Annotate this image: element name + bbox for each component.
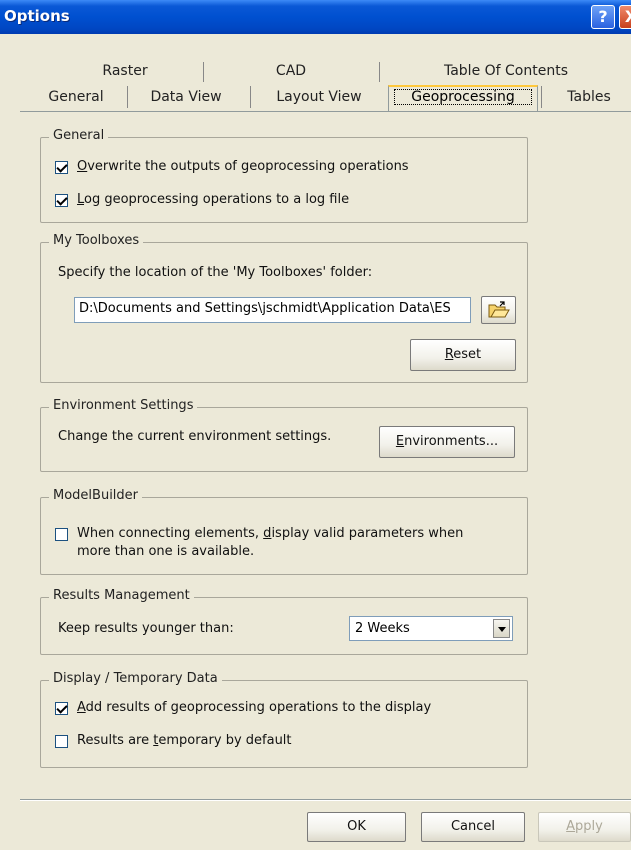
- temporary-checkbox[interactable]: [55, 735, 68, 748]
- browse-button[interactable]: [481, 296, 516, 324]
- toolboxes-path-field[interactable]: D:\Documents and Settings\jschmidt\Appli…: [74, 297, 471, 323]
- tab-raster[interactable]: Raster: [50, 63, 200, 79]
- results-dropdown-value: 2 Weeks: [355, 621, 410, 636]
- overwrite-checkbox[interactable]: [55, 161, 68, 174]
- display-group: [40, 680, 528, 768]
- help-button[interactable]: ?: [591, 5, 615, 29]
- general-group: [40, 137, 528, 223]
- tab-data-view[interactable]: Data View: [130, 89, 242, 105]
- environments-button[interactable]: Environments...: [379, 426, 515, 458]
- tab-geoprocessing[interactable]: Geoprocessing: [388, 85, 538, 111]
- chevron-down-icon[interactable]: [493, 619, 510, 638]
- add-results-label[interactable]: Add results of geoprocessing operations …: [77, 700, 431, 715]
- results-dropdown[interactable]: 2 Weeks: [349, 616, 513, 641]
- window-title: Options: [4, 7, 70, 25]
- apply-button[interactable]: Apply: [538, 812, 631, 842]
- results-legend: Results Management: [49, 588, 194, 603]
- close-button[interactable]: X: [619, 5, 631, 29]
- tab-general[interactable]: General: [30, 89, 122, 105]
- modelbuilder-label-line1[interactable]: When connecting elements, display valid …: [77, 526, 463, 541]
- tab-geoprocessing-label: Geoprocessing: [394, 89, 532, 105]
- modelbuilder-checkbox[interactable]: [55, 528, 68, 541]
- ok-button[interactable]: OK: [307, 812, 406, 842]
- cancel-button[interactable]: Cancel: [421, 812, 525, 842]
- environment-text: Change the current environment settings.: [58, 429, 332, 444]
- temporary-label[interactable]: Results are temporary by default: [77, 733, 292, 748]
- results-label: Keep results younger than:: [58, 621, 234, 636]
- tab-table-of-contents[interactable]: Table Of Contents: [381, 63, 631, 79]
- tab-tables[interactable]: Tables: [553, 89, 625, 105]
- tab-content-border: [20, 111, 631, 112]
- toolboxes-instruction: Specify the location of the 'My Toolboxe…: [58, 265, 373, 280]
- tab-separator: [541, 86, 542, 108]
- tab-cad[interactable]: CAD: [205, 63, 377, 79]
- general-legend: General: [49, 128, 109, 143]
- toolboxes-legend: My Toolboxes: [49, 233, 144, 248]
- log-label[interactable]: Log geoprocessing operations to a log fi…: [77, 192, 349, 207]
- modelbuilder-label-line2[interactable]: more than one is available.: [77, 544, 254, 559]
- add-results-checkbox[interactable]: [55, 702, 68, 715]
- tab-separator: [127, 86, 128, 108]
- tab-layout-view[interactable]: Layout View: [253, 89, 385, 105]
- overwrite-label[interactable]: Overwrite the outputs of geoprocessing o…: [77, 159, 409, 174]
- tab-separator: [250, 86, 251, 108]
- tab-separator: [203, 62, 204, 82]
- footer-divider-highlight: [20, 800, 631, 801]
- log-checkbox[interactable]: [55, 194, 68, 207]
- modelbuilder-legend: ModelBuilder: [49, 488, 143, 503]
- environment-legend: Environment Settings: [49, 398, 198, 413]
- display-legend: Display / Temporary Data: [49, 671, 222, 686]
- open-folder-icon: [488, 301, 510, 318]
- title-bar: Options ? X: [0, 0, 631, 34]
- tab-separator: [379, 62, 380, 82]
- reset-button[interactable]: Reset: [410, 339, 516, 371]
